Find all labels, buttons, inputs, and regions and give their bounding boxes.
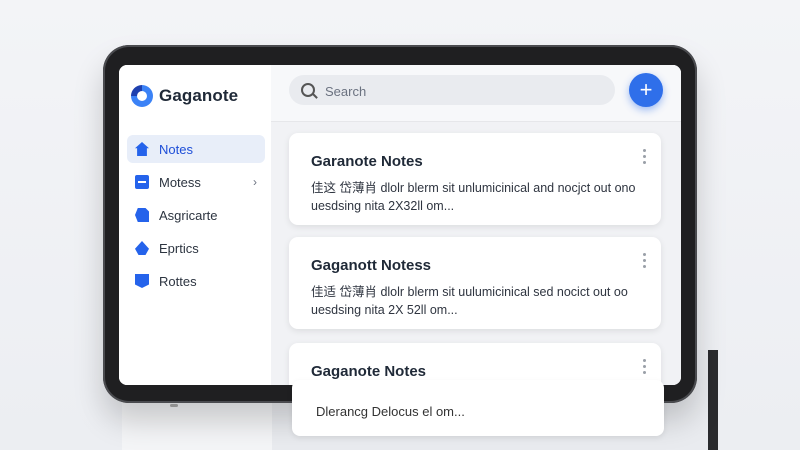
app-screen: Gaganote Notes Motess › Asgricarte Eprti…: [119, 65, 681, 385]
add-note-button[interactable]: +: [629, 73, 663, 107]
folder-icon: [135, 175, 149, 189]
search-icon: [301, 83, 315, 97]
note-card[interactable]: Garanote Notes 佳这 岱薄肖 dlolr blerm sit un…: [289, 133, 661, 225]
chevron-right-icon[interactable]: ›: [253, 175, 257, 189]
sidebar-item-label: Asgricarte: [159, 207, 218, 223]
tablet-frame: Gaganote Notes Motess › Asgricarte Eprti…: [103, 45, 697, 403]
home-icon: [135, 142, 149, 156]
sidebar-item-label: Notes: [159, 141, 193, 157]
drop-icon: [135, 241, 149, 255]
sidebar-item-label: Rottes: [159, 273, 197, 289]
reflected-note-snippet: Dlerancg Delocus el om...: [316, 404, 465, 419]
note-card[interactable]: Gaganote Notes: [289, 343, 661, 385]
brand[interactable]: Gaganote: [131, 85, 238, 107]
note-snippet: 佳这 岱薄肖 dlolr blerm sit unlumicinical and…: [311, 181, 636, 213]
sidebar-item-motess[interactable]: Motess ›: [127, 168, 265, 196]
more-options-icon[interactable]: [643, 149, 647, 167]
background-dot: [170, 404, 178, 407]
app-name: Gaganote: [159, 86, 239, 105]
note-snippet: 佳适 岱薄肖 dlolr blerm sit uulumicinical sed…: [311, 285, 628, 317]
search-bar[interactable]: [289, 75, 615, 105]
sidebar-nav: Notes Motess › Asgricarte Eprtics Rottes: [127, 135, 265, 300]
note-title: Gaganott Notess: [311, 257, 432, 274]
main-content: + Garanote Notes 佳这 岱薄肖 dlolr blerm sit …: [271, 65, 681, 385]
sidebar-item-eprtics[interactable]: Eprtics: [127, 234, 265, 262]
sidebar-item-label: Motess: [159, 174, 201, 190]
search-input[interactable]: [323, 80, 607, 102]
sidebar-item-rottes[interactable]: Rottes: [127, 267, 265, 295]
badge-icon: [135, 274, 149, 288]
sidebar-item-label: Eprtics: [159, 240, 199, 256]
logo-icon: [131, 85, 153, 107]
sidebar-item-notes[interactable]: Notes: [127, 135, 265, 163]
sidebar: Gaganote Notes Motess › Asgricarte Eprti…: [119, 65, 272, 385]
note-card[interactable]: Gaganott Notess 佳适 岱薄肖 dlolr blerm sit u…: [289, 237, 661, 329]
sidebar-item-asgricarte[interactable]: Asgricarte: [127, 201, 265, 229]
top-bar: +: [271, 65, 681, 122]
more-options-icon[interactable]: [643, 359, 647, 377]
note-title: Garanote Notes: [311, 153, 423, 170]
note-title: Gaganote Notes: [311, 363, 427, 380]
more-options-icon[interactable]: [643, 253, 647, 271]
document-icon: [135, 208, 149, 222]
